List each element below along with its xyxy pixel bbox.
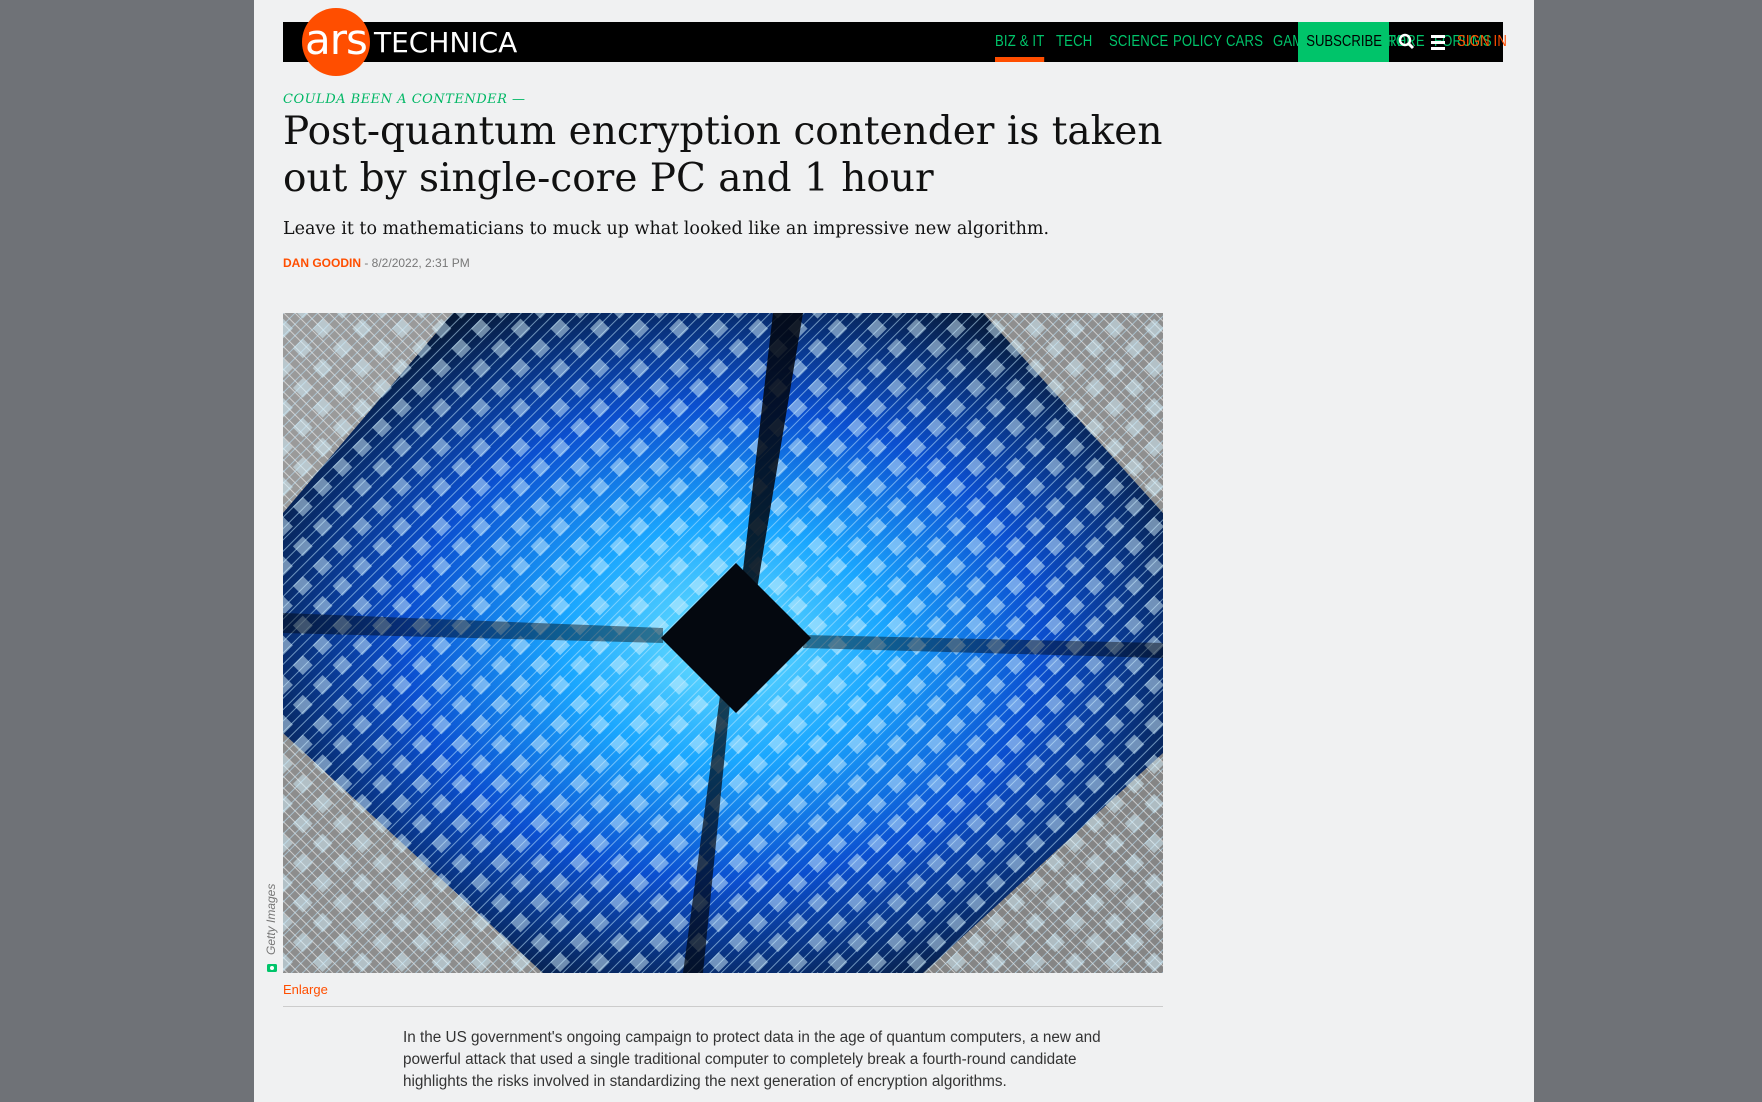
enlarge-link[interactable]: Enlarge [283, 982, 328, 997]
sign-in-link[interactable]: SIGN IN [1457, 22, 1507, 62]
nav-biz-it[interactable]: BIZ & IT [995, 22, 1045, 62]
subscribe-label: SUBSCRIBE [1306, 33, 1383, 50]
byline: Dan Goodin - 8/2/2022, 2:31 PM [283, 256, 470, 270]
quantum-chip-illustration [283, 313, 1163, 973]
search-button[interactable] [1393, 22, 1423, 62]
nav-science[interactable]: SCIENCE [1109, 22, 1168, 62]
page: BIZ & IT TECH SCIENCE POLICY CARS GAMING… [254, 0, 1534, 1102]
article-title: Post-quantum encryption contender is tak… [283, 109, 1163, 201]
byline-separator: - [361, 256, 372, 270]
article-body-paragraph: In the US government's ongoing campaign … [403, 1029, 1101, 1090]
article-dek: Leave it to mathematicians to muck up wh… [283, 219, 1050, 239]
article-kicker: COULDA BEEN A CONTENDER — [283, 92, 526, 107]
logo-ars[interactable]: ars [302, 8, 370, 76]
camera-icon [267, 964, 277, 972]
author-link[interactable]: Dan Goodin [283, 256, 361, 270]
nav-policy[interactable]: POLICY [1173, 22, 1222, 62]
hero-image[interactable] [283, 313, 1163, 973]
subscribe-button[interactable]: SUBSCRIBE [1298, 22, 1389, 62]
publish-date: 8/2/2022, 2:31 PM [371, 256, 470, 270]
logo-technica[interactable]: TECHNICA [374, 22, 517, 62]
image-credit: Getty Images [264, 883, 278, 955]
nav-tech[interactable]: TECH [1056, 22, 1092, 62]
menu-button[interactable] [1423, 22, 1453, 62]
nav-cars[interactable]: CARS [1226, 22, 1263, 62]
caption-divider [283, 1006, 1163, 1007]
search-icon [1398, 33, 1415, 50]
menu-icon [1431, 35, 1445, 50]
